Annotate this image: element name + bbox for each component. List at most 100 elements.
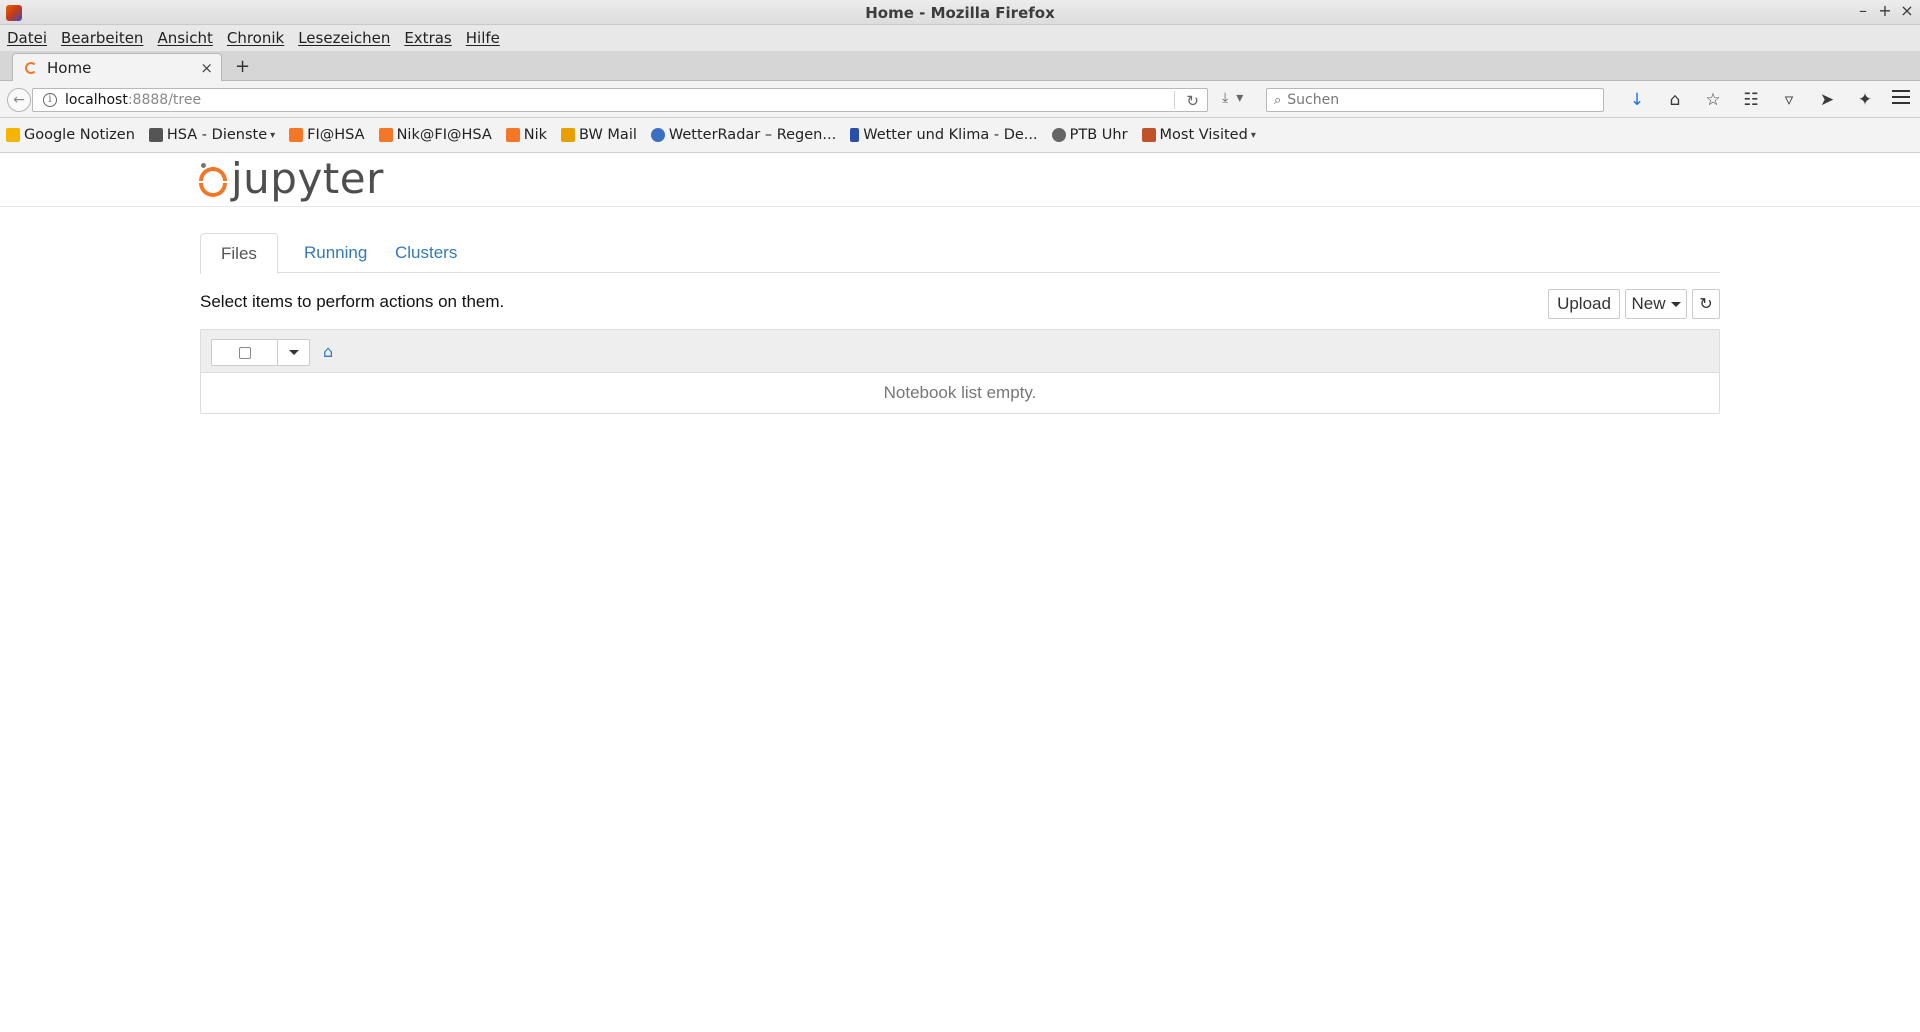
home-icon[interactable]: ⌂ xyxy=(1656,88,1694,112)
select-all-checkbox-wrap[interactable] xyxy=(212,340,278,365)
extension-icon[interactable]: ✦ xyxy=(1846,88,1884,112)
select-all-control xyxy=(211,339,310,366)
close-tab-icon[interactable]: × xyxy=(200,59,213,77)
bookmark-fi-hsa[interactable]: FI@HSA xyxy=(289,127,365,143)
jupyter-logo-icon xyxy=(199,161,227,197)
reading-list-icon[interactable]: ☷ xyxy=(1732,88,1770,112)
chevron-down-icon: ▾ xyxy=(1250,129,1256,141)
notebook-list-header: ⌂ xyxy=(201,330,1719,373)
send-icon[interactable]: ➤ xyxy=(1808,88,1846,112)
minimize-button[interactable]: – xyxy=(1856,1,1870,20)
jupyter-favicon-icon xyxy=(25,62,37,74)
menu-ansicht[interactable]: Ansicht xyxy=(157,29,212,47)
window-controls: – + × xyxy=(1856,1,1914,20)
window-titlebar: Home - Mozilla Firefox – + × xyxy=(0,0,1920,25)
home-folder-icon[interactable]: ⌂ xyxy=(323,342,333,361)
browser-tab-home[interactable]: Home × xyxy=(12,53,222,82)
menu-lesezeichen[interactable]: Lesezeichen xyxy=(298,29,390,47)
reload-icon[interactable]: ↻ xyxy=(1186,92,1199,110)
bookmark-wetterradar[interactable]: WetterRadar – Regen... xyxy=(650,127,837,143)
menu-bearbeiten[interactable]: Bearbeiten xyxy=(61,29,143,47)
site-info-icon[interactable]: i xyxy=(43,93,57,107)
selection-dropdown[interactable] xyxy=(278,340,309,365)
menu-chronik[interactable]: Chronik xyxy=(227,29,284,47)
bookmark-label: FI@HSA xyxy=(307,127,365,143)
caret-down-icon xyxy=(288,350,299,355)
folder-icon xyxy=(1141,128,1156,142)
bookmark-label: Google Notizen xyxy=(24,127,135,143)
menu-bar: Datei Bearbeiten Ansicht Chronik Lesezei… xyxy=(0,25,1920,51)
jupyter-logo[interactable]: jupyter xyxy=(199,157,384,201)
window-title: Home - Mozilla Firefox xyxy=(865,4,1055,22)
downloads-icon[interactable]: ↓ xyxy=(1618,88,1656,112)
toolbar-icons: ↓ ⌂ ☆ ☷ ▿ ➤ ✦ xyxy=(1618,88,1884,112)
bookmark-nik[interactable]: Nik xyxy=(505,127,548,143)
folder-icon xyxy=(148,128,163,142)
refresh-icon: ↻ xyxy=(1699,296,1713,313)
empty-list-message: Notebook list empty. xyxy=(883,383,1037,402)
bookmark-favicon-icon xyxy=(378,128,393,142)
bookmark-star-icon[interactable]: ☆ xyxy=(1694,88,1732,112)
new-tab-button[interactable]: + xyxy=(235,56,250,77)
select-all-checkbox[interactable] xyxy=(238,346,251,359)
bookmark-favicon-icon xyxy=(561,128,576,142)
jupyter-logo-text: jupyter xyxy=(231,154,384,203)
bookmark-bw-mail[interactable]: BW Mail xyxy=(561,127,637,143)
bookmarks-bar: Google Notizen HSA - Dienste ▾ FI@HSA Ni… xyxy=(0,118,1920,153)
download-controls: ⤓ ▾ xyxy=(1222,90,1243,106)
menu-hilfe[interactable]: Hilfe xyxy=(466,29,500,47)
bookmark-label: Wetter und Klima - De... xyxy=(863,127,1038,143)
tab-label: Home xyxy=(47,59,92,77)
jupyter-tabs: Files Running Clusters xyxy=(200,233,1720,274)
bookmark-label: Nik@FI@HSA xyxy=(396,127,492,143)
chevron-down-icon: ▾ xyxy=(270,129,276,141)
tab-running[interactable]: Running xyxy=(284,233,387,273)
bookmark-hsa-dienste[interactable]: HSA - Dienste ▾ xyxy=(148,127,276,143)
tab-strip: Home × + xyxy=(0,51,1920,82)
upload-button[interactable]: Upload xyxy=(1548,289,1620,319)
bookmark-favicon-icon xyxy=(505,128,520,142)
bookmark-label: WetterRadar – Regen... xyxy=(668,127,837,143)
bookmark-favicon-icon xyxy=(850,128,860,142)
bookmark-nik-fi-hsa[interactable]: Nik@FI@HSA xyxy=(378,127,492,143)
pocket-icon[interactable]: ▿ xyxy=(1770,88,1808,112)
bookmark-label: Most Visited xyxy=(1159,127,1248,143)
bookmark-wetter-und-klima[interactable]: Wetter und Klima - De... xyxy=(850,127,1038,143)
bookmark-google-notizen[interactable]: Google Notizen xyxy=(6,127,135,143)
navigation-bar: ← i localhost:8888/tree ↻ ⤓ ▾ ⌕ Suchen ↓… xyxy=(0,81,1920,118)
download-icon[interactable]: ⤓ xyxy=(1222,90,1228,106)
refresh-button[interactable]: ↻ xyxy=(1692,289,1720,319)
globe-icon xyxy=(1051,128,1066,142)
search-bar[interactable]: ⌕ Suchen xyxy=(1266,88,1604,112)
back-button[interactable]: ← xyxy=(7,88,31,112)
selection-hint: Select items to perform actions on them. xyxy=(200,292,505,311)
notebook-list: ⌂ Notebook list empty. xyxy=(200,329,1720,414)
hamburger-menu-icon[interactable] xyxy=(1892,90,1910,108)
url-host: localhost xyxy=(65,92,128,108)
bookmark-ptb-uhr[interactable]: PTB Uhr xyxy=(1051,127,1128,143)
new-button-label: New xyxy=(1631,294,1666,313)
bookmark-label: PTB Uhr xyxy=(1069,127,1128,143)
url-bar[interactable]: i localhost:8888/tree ↻ xyxy=(32,88,1208,112)
menu-datei[interactable]: Datei xyxy=(7,29,47,47)
caret-down-icon xyxy=(1670,301,1681,307)
close-window-button[interactable]: × xyxy=(1900,1,1914,20)
bookmark-label: Nik xyxy=(523,127,548,143)
search-icon: ⌕ xyxy=(1274,92,1282,108)
new-button[interactable]: New xyxy=(1625,289,1687,319)
url-path: :8888/tree xyxy=(127,92,202,108)
bookmark-favicon-icon xyxy=(650,128,665,142)
back-arrow-icon: ← xyxy=(13,92,25,108)
menu-extras[interactable]: Extras xyxy=(404,29,451,47)
bookmark-label: BW Mail xyxy=(579,127,637,143)
maximize-button[interactable]: + xyxy=(1878,1,1892,20)
bookmark-favicon-icon xyxy=(289,128,304,142)
bookmark-most-visited[interactable]: Most Visited ▾ xyxy=(1141,127,1256,143)
tab-clusters[interactable]: Clusters xyxy=(375,233,477,273)
search-input[interactable]: Suchen xyxy=(1287,92,1339,108)
bookmark-favicon-icon xyxy=(6,128,20,142)
tab-files[interactable]: Files xyxy=(200,233,278,274)
jupyter-header: jupyter xyxy=(0,153,1920,207)
url-separator xyxy=(1174,91,1175,109)
dropdown-chevron-icon[interactable]: ▾ xyxy=(1236,90,1243,106)
